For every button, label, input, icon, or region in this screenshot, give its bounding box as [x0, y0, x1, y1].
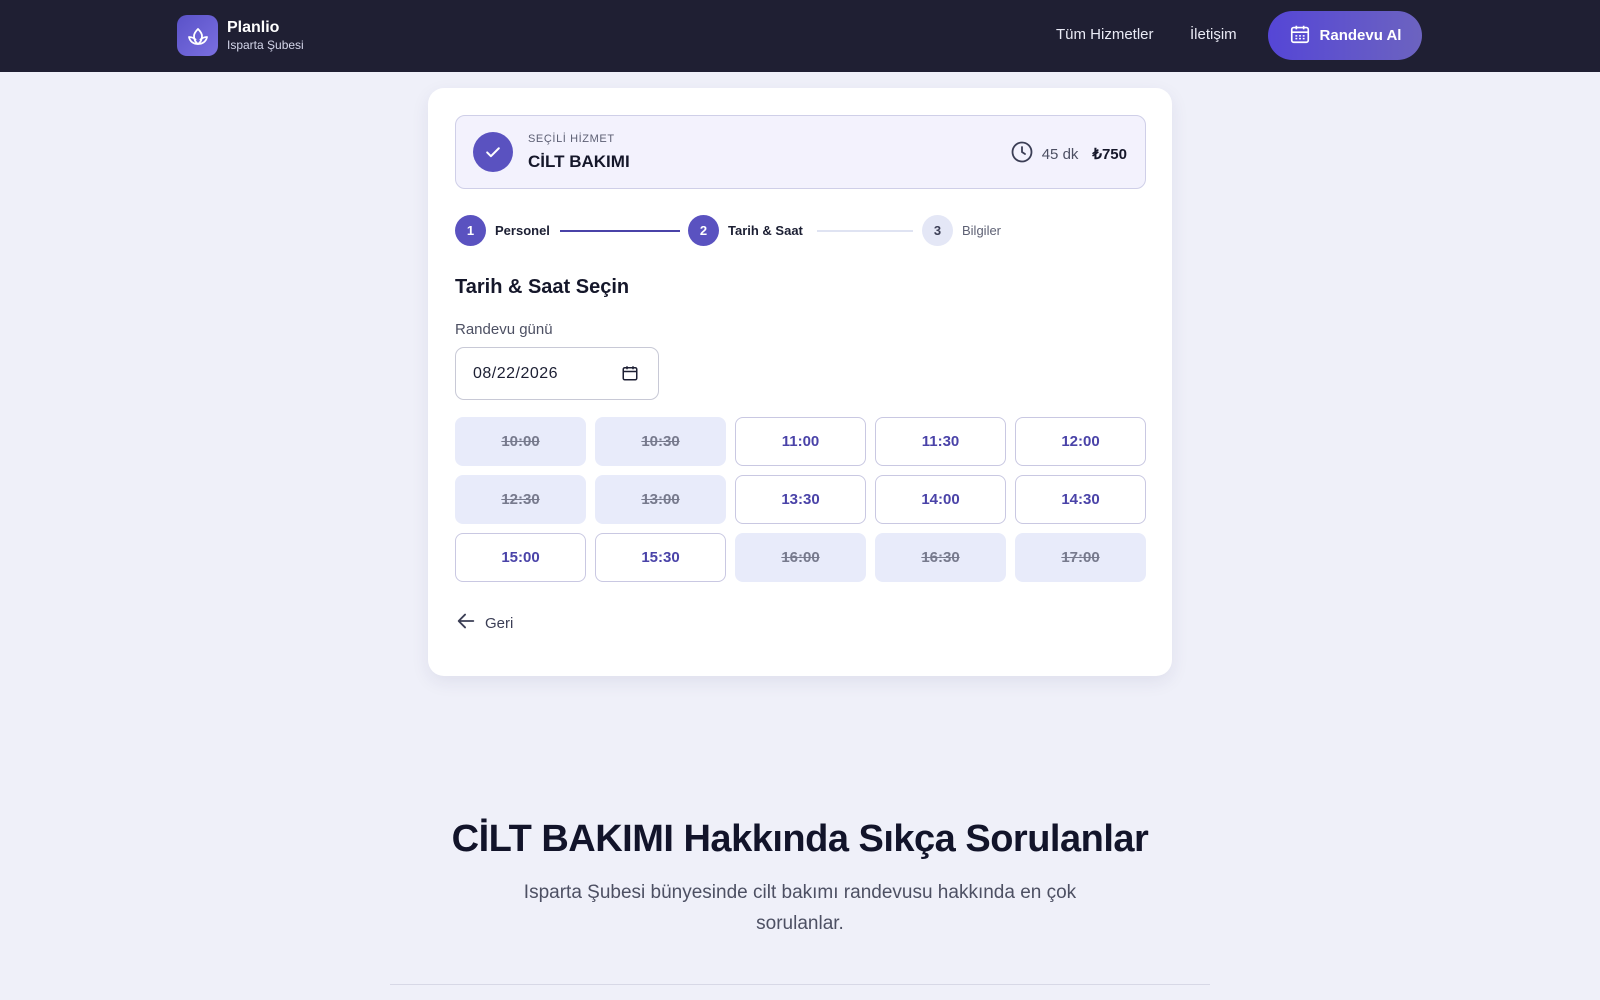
- nav-contact[interactable]: İletişim: [1190, 26, 1237, 43]
- faq-subtitle: Isparta Şubesi bünyesinde cilt bakımı ra…: [523, 882, 1077, 934]
- selected-service-name: CİLT BAKIMI: [528, 152, 630, 171]
- step-connector-1: [560, 230, 680, 232]
- back-button[interactable]: Geri: [455, 610, 513, 636]
- step-3-label: Bilgiler: [962, 223, 1002, 238]
- nav-all-services[interactable]: Tüm Hizmetler: [1056, 26, 1154, 43]
- step-indicator: 1 Personel 2 Tarih & Saat 3 Bilgiler: [455, 215, 1146, 247]
- book-appointment-label: Randevu Al: [1319, 27, 1402, 44]
- back-label: Geri: [485, 614, 514, 632]
- service-duration: 45 dk: [1041, 145, 1079, 163]
- date-picker-icon[interactable]: [621, 364, 639, 387]
- time-slot-1200[interactable]: 12:00: [1015, 417, 1146, 466]
- time-slot-grid: 10:00 10:30 11:00 11:30 12:00 12:30 13:00 13:30…: [455, 417, 1146, 582]
- time-slot-1100[interactable]: 11:00: [735, 417, 866, 466]
- time-slot-1500[interactable]: 15:00: [455, 533, 586, 582]
- time-slot-1230: 12:30: [455, 475, 586, 524]
- selected-service-label: SEÇİLİ HİZMET: [528, 133, 615, 145]
- time-slot-1000: 10:00: [455, 417, 586, 466]
- date-field-label: Randevu günü: [455, 321, 553, 338]
- lotus-icon: [177, 15, 218, 56]
- time-slot-1030: 10:30: [595, 417, 726, 466]
- selected-service-panel: SEÇİLİ HİZMET CİLT BAKIMI 45 dk ₺750: [455, 115, 1146, 189]
- time-slot-1400[interactable]: 14:00: [875, 475, 1006, 524]
- faq-divider: [390, 984, 1210, 985]
- time-slot-1300: 13:00: [595, 475, 726, 524]
- step-2-label: Tarih & Saat: [728, 223, 803, 238]
- clock-icon: [1010, 140, 1034, 168]
- date-time-heading: Tarih & Saat Seçin: [455, 276, 630, 298]
- arrow-left-icon: [455, 610, 477, 636]
- step-1-label: Personel: [495, 223, 550, 238]
- step-1-badge: 1: [455, 215, 486, 246]
- book-appointment-button[interactable]: Randevu Al: [1268, 11, 1422, 60]
- step-2-badge: 2: [688, 215, 719, 246]
- brand-name: Planlio: [227, 19, 280, 37]
- time-slot-1600: 16:00: [735, 533, 866, 582]
- time-slot-1530[interactable]: 15:30: [595, 533, 726, 582]
- booking-card: SEÇİLİ HİZMET CİLT BAKIMI 45 dk ₺750 1 P…: [428, 88, 1172, 676]
- service-meta: 45 dk ₺750: [1010, 140, 1127, 168]
- faq-title: CİLT BAKIMI Hakkında Sıkça Sorulanlar: [451, 818, 1149, 860]
- step-3-badge: 3: [922, 215, 953, 246]
- brand[interactable]: Planlio Isparta Şubesi: [177, 15, 304, 56]
- service-price: ₺750: [1092, 146, 1127, 163]
- time-slot-1130[interactable]: 11:30: [875, 417, 1006, 466]
- time-slot-1330[interactable]: 13:30: [735, 475, 866, 524]
- check-icon: [473, 132, 513, 172]
- time-slot-1700: 17:00: [1015, 533, 1146, 582]
- top-navbar: Planlio Isparta Şubesi Tüm Hizmetler İle…: [0, 0, 1600, 72]
- time-slot-1430[interactable]: 14:30: [1015, 475, 1146, 524]
- calendar-icon: [1289, 23, 1311, 49]
- brand-branch: Isparta Şubesi: [227, 37, 304, 52]
- step-connector-2: [817, 230, 913, 232]
- time-slot-1630: 16:30: [875, 533, 1006, 582]
